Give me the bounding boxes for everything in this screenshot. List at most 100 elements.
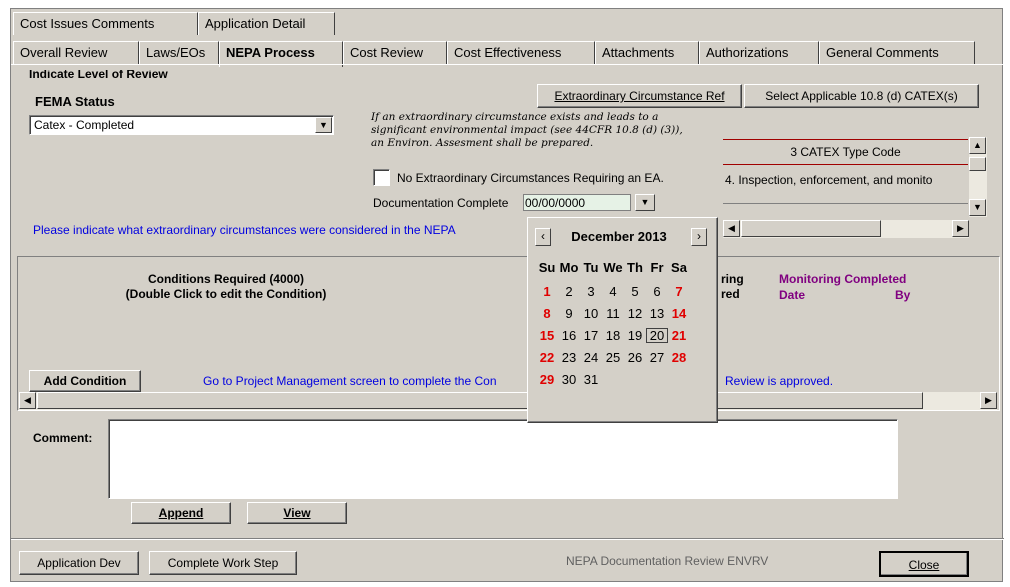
calendar-month-label: December 2013 [571,229,667,244]
tab-cost-review[interactable]: Cost Review [343,41,447,64]
scroll-thumb[interactable] [969,157,986,171]
calendar-week-row: 29 30 31 [536,372,712,394]
fema-status-label: FEMA Status [35,94,115,109]
calendar-day[interactable]: 11 [602,306,624,321]
tab-authorizations[interactable]: Authorizations [699,41,819,64]
conditions-horizontal-scrollbar[interactable]: ◀ ▶ [19,392,997,410]
monitoring-required-line1: ring [721,272,744,286]
calendar-weekday: Mo [559,260,579,275]
tab-attachments[interactable]: Attachments [595,41,699,64]
tab-label: Cost Review [350,45,423,60]
documentation-complete-date-field[interactable]: 00/00/0000 [523,194,631,211]
calendar-weekday: Tu [583,260,599,275]
complete-work-step-button[interactable]: Complete Work Step [149,551,297,575]
catex-list-row[interactable]: 4. Inspection, enforcement, and monito [725,173,970,187]
add-condition-button[interactable]: Add Condition [29,370,141,392]
calendar-day[interactable]: 22 [536,350,558,365]
select-catex-button[interactable]: Select Applicable 10.8 (d) CATEX(s) [744,84,979,108]
footer-status-text: NEPA Documentation Review ENVRV [566,554,769,568]
button-label: Close [908,558,940,572]
calendar-day[interactable]: 1 [536,284,558,299]
calendar-day[interactable]: 9 [558,306,580,321]
tab-label: Overall Review [20,45,108,60]
comment-textarea[interactable] [108,419,898,499]
button-label: Extraordinary Circumstance Ref [554,89,725,103]
calendar-day[interactable]: 10 [580,306,602,321]
catex-header-line-bottom [723,164,968,165]
goto-project-management-text-left: Go to Project Management screen to compl… [203,374,497,388]
scroll-thumb[interactable] [741,220,881,237]
footer-divider-highlight [11,539,1004,540]
scroll-right-icon[interactable]: ▶ [980,392,997,409]
calendar-weekday: Su [538,260,556,275]
application-dev-button[interactable]: Application Dev [19,551,139,575]
conditions-title: Conditions Required (4000) (Double Click… [111,272,341,302]
tab-cost-issues-comments[interactable]: Cost Issues Comments [13,12,198,35]
append-button[interactable]: Append [131,502,231,524]
calendar-day[interactable]: 12 [624,306,646,321]
view-button[interactable]: View [247,502,347,524]
scroll-down-icon[interactable]: ▼ [969,199,986,216]
tab-label: Laws/EOs [146,45,206,60]
tab-cost-effectiveness[interactable]: Cost Effectiveness [447,41,595,64]
calendar-day[interactable]: 21 [668,328,690,343]
calendar-day[interactable]: 4 [602,284,624,299]
conditions-title-line1: Conditions Required (4000) [147,272,305,286]
calendar-day[interactable]: 14 [668,306,690,321]
calendar-day[interactable]: 27 [646,350,668,365]
tab-overall-review[interactable]: Overall Review [13,41,139,64]
monitoring-required-line2: red [721,287,740,301]
catex-header-line [723,139,968,140]
calendar-day[interactable]: 23 [558,350,580,365]
scroll-up-icon[interactable]: ▲ [969,137,986,154]
nepa-process-window: Cost Issues Comments Application Detail … [10,8,1004,582]
catex-horizontal-scrollbar[interactable]: ◀ ▶ [723,220,969,238]
no-extraordinary-checkbox[interactable] [373,169,390,186]
calendar-day[interactable]: 18 [602,328,624,343]
documentation-complete-label: Documentation Complete [373,196,509,210]
ea-notice-text: If an extraordinary circumstance exists … [371,111,683,149]
extraordinary-circumstance-ref-button[interactable]: Extraordinary Circumstance Ref [537,84,742,108]
calendar-weekday: Th [627,260,643,275]
tab-application-detail[interactable]: Application Detail [198,12,335,35]
button-label: View [283,506,311,520]
calendar-day[interactable]: 29 [536,372,558,387]
calendar-day[interactable]: 13 [646,306,668,321]
calendar-day[interactable]: 24 [580,350,602,365]
scroll-thumb[interactable] [37,392,923,409]
section-heading: Indicate Level of Review [29,70,168,79]
fema-status-value: Catex - Completed [34,118,135,132]
calendar-day[interactable]: 20 [646,328,668,343]
chevron-down-icon[interactable]: ▼ [315,117,332,133]
calendar-day[interactable]: 31 [580,372,602,387]
calendar-week-row: 8 9 10 11 12 13 14 [536,306,712,328]
calendar-day[interactable]: 28 [668,350,690,365]
scroll-left-icon[interactable]: ◀ [723,220,740,237]
scroll-right-icon[interactable]: ▶ [952,220,969,237]
tab-label: Application Detail [205,16,306,31]
calendar-day[interactable]: 26 [624,350,646,365]
catex-vertical-scrollbar[interactable]: ▲ ▼ [969,137,987,217]
calendar-prev-month-icon[interactable]: ‹ [535,228,551,246]
goto-project-management-text-right: Review is approved. [725,374,834,388]
calendar-day[interactable]: 15 [536,328,558,343]
calendar-day[interactable]: 30 [558,372,580,387]
scroll-left-icon[interactable]: ◀ [19,392,36,409]
tab-label: Attachments [602,45,675,60]
calendar-day[interactable]: 19 [624,328,646,343]
calendar-day[interactable]: 25 [602,350,624,365]
fema-status-select[interactable]: Catex - Completed ▼ [29,115,334,135]
calendar-day[interactable]: 17 [580,328,602,343]
tab-general-comments[interactable]: General Comments [819,41,975,64]
calendar-dropdown-icon[interactable]: ▼ [635,194,655,211]
calendar-day[interactable]: 8 [536,306,558,321]
calendar-day[interactable]: 2 [558,284,580,299]
calendar-day[interactable]: 16 [558,328,580,343]
calendar-day[interactable]: 3 [580,284,602,299]
tab-laws-eos[interactable]: Laws/EOs [139,41,219,64]
calendar-day[interactable]: 6 [646,284,668,299]
calendar-day[interactable]: 5 [624,284,646,299]
calendar-next-month-icon[interactable]: › [691,228,707,246]
close-button[interactable]: Close [879,551,969,577]
calendar-day[interactable]: 7 [668,284,690,299]
